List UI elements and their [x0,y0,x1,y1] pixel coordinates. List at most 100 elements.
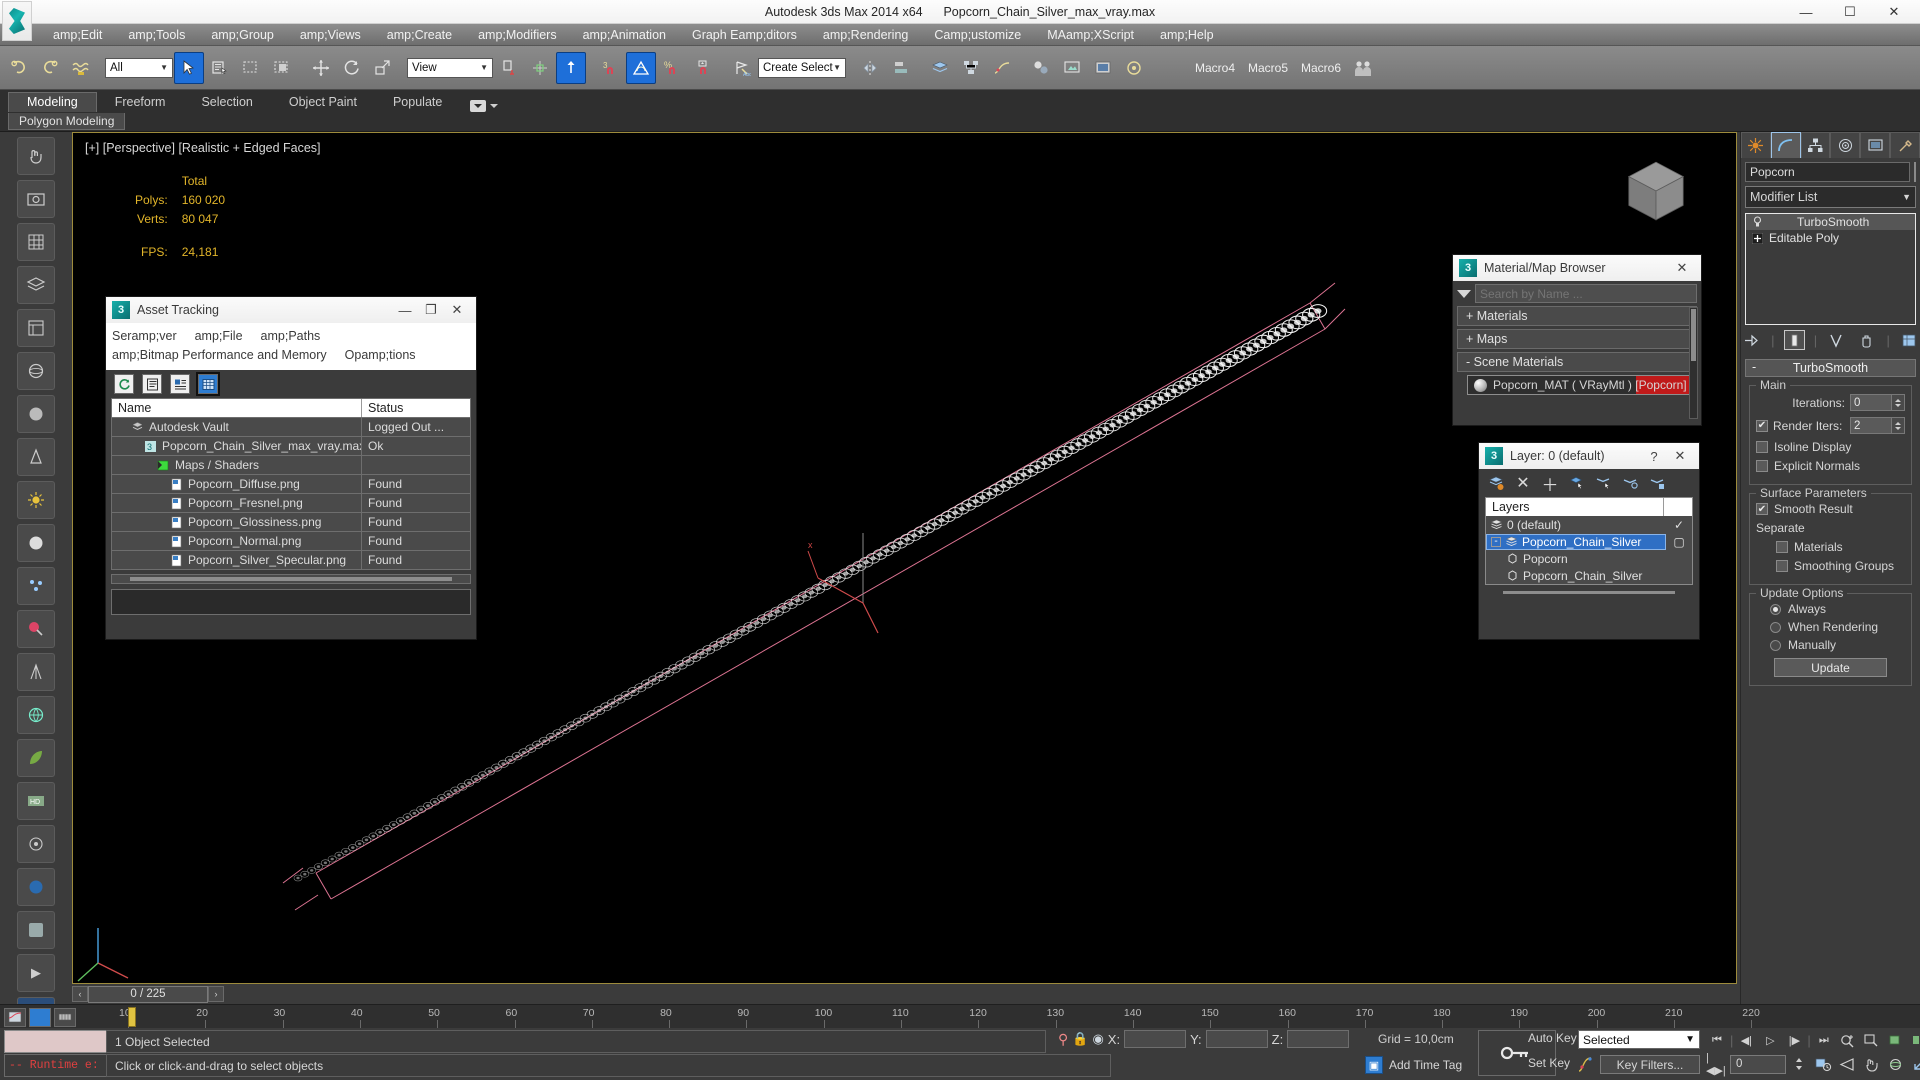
hdri-icon[interactable]: HD [17,782,55,820]
key-filters-button[interactable]: Key Filters... [1600,1055,1700,1074]
app-logo-icon[interactable] [2,1,32,41]
lock-selection-icon[interactable]: 🔒 [1072,1031,1088,1047]
key-mode-combo[interactable]: Selected ▼ [1578,1030,1700,1049]
smooth-result-row[interactable]: ✔ Smooth Result [1756,502,1905,516]
asset-tracking-titlebar[interactable]: 3 Asset Tracking — ❐ ✕ [106,297,476,323]
play-animation-icon[interactable]: ▷ [1759,1030,1781,1050]
lightbulb-icon[interactable] [1752,216,1763,228]
asset-menu-r1-1[interactable]: amp;File [195,329,243,343]
settings-icon[interactable] [17,911,55,949]
schematic-view-icon[interactable] [956,52,986,84]
light-icon[interactable] [17,481,55,519]
pin-stack-icon[interactable] [1741,330,1762,350]
named-selection-set-combo[interactable]: Create Selection Se ▼ [758,57,846,78]
pin-icon[interactable]: ⚲ [1058,1031,1068,1048]
motion-tab[interactable] [1830,132,1861,158]
select-and-rotate-icon[interactable] [337,52,367,84]
material-browser-close-button[interactable]: ✕ [1669,256,1695,280]
macro-button-1[interactable]: Macro4 [1189,61,1241,75]
maximize-viewport-toggle-icon[interactable] [1908,1054,1920,1074]
select-objects-icon[interactable] [1568,474,1586,492]
render-iters-spinner[interactable] [1850,417,1905,434]
field-of-view-icon[interactable] [1836,1054,1858,1074]
layer-list-scrollbar[interactable] [1485,591,1693,599]
refresh-icon[interactable] [114,374,134,394]
render-setup-icon[interactable] [1057,52,1087,84]
material-ball-icon[interactable] [17,524,55,562]
rendered-frame-window-icon[interactable] [1088,52,1118,84]
cone-primitive-icon[interactable] [17,438,55,476]
delete-layer-icon[interactable]: ✕ [1514,474,1532,492]
expand-arrow-icon[interactable]: ▶ [17,954,55,992]
modify-tab[interactable] [1770,132,1801,158]
plus-box-icon[interactable] [1752,232,1763,244]
undo-icon[interactable] [4,52,34,84]
zoom-extents-all-icon[interactable] [1885,1030,1907,1050]
snaps-toggle-icon[interactable]: 3 [595,52,625,84]
asset-maximize-button[interactable]: ❐ [418,298,444,322]
material-browser-titlebar[interactable]: 3 Material/Map Browser ✕ [1453,255,1701,281]
next-frame-icon[interactable]: |▶ [1783,1030,1805,1050]
asset-table-row[interactable]: Autodesk Vault Logged Out ... [112,417,470,436]
update-always-radio[interactable] [1770,603,1781,615]
layer-row-visibility-toggle[interactable]: ✓ [1666,518,1692,532]
reference-coordinate-combo[interactable]: View ▼ [407,57,493,78]
open-mini-curve-editor-icon[interactable] [4,1007,26,1027]
leaf-icon[interactable] [17,739,55,777]
iterations-spinner[interactable] [1850,394,1905,411]
layer-list-row[interactable]: Popcorn [1486,550,1692,567]
filter-dropdown-icon[interactable] [1457,289,1471,298]
render-iters-spin-arrows[interactable] [1892,417,1905,434]
menu-item-8[interactable]: amp;Rendering [810,24,921,46]
update-manually-radio[interactable] [1770,639,1781,651]
separate-smoothing-groups-checkbox[interactable] [1776,560,1788,572]
menu-item-9[interactable]: Camp;ustomize [921,24,1034,46]
layer-dialog[interactable]: 3 Layer: 0 (default) ? ✕ ✕ ＋ Layers 0 (d… [1478,442,1700,640]
pan-view-icon[interactable] [17,137,55,175]
asset-minimize-button[interactable]: — [392,298,418,322]
layers-icon[interactable] [17,266,55,304]
pan-view-icon[interactable] [1860,1054,1882,1074]
layer-row-visibility-toggle[interactable]: ▢ [1666,535,1692,549]
asset-menu-r1-0[interactable]: Seramp;ver [112,329,177,343]
menu-item-5[interactable]: amp;Modifiers [465,24,570,46]
asset-table-row[interactable]: Popcorn_Silver_Specular.png Found [112,550,470,569]
sphere-primitive-icon[interactable] [17,352,55,390]
macro-button-2[interactable]: Macro5 [1242,61,1294,75]
render-ball-icon[interactable] [17,868,55,906]
explicit-normals-row[interactable]: Explicit Normals [1756,459,1905,473]
bind-spacewarp-icon[interactable] [66,52,96,84]
column-header-name[interactable]: Name [112,399,362,417]
modifier-list-dropdown[interactable]: Modifier List ▼ [1745,186,1916,208]
menu-item-7[interactable]: Graph Eamp;ditors [679,24,810,46]
separate-smoothing-groups-row[interactable]: Smoothing Groups [1756,559,1905,573]
current-frame-input[interactable]: 0 [1730,1054,1786,1074]
camera-target-icon[interactable] [17,825,55,863]
list-view-icon[interactable] [142,374,162,394]
menu-item-6[interactable]: amp;Animation [570,24,679,46]
maximize-button[interactable]: ☐ [1828,0,1872,24]
window-crossing-icon[interactable] [267,52,297,84]
select-highlighted-icon[interactable] [1595,474,1613,492]
menu-item-3[interactable]: amp;Views [287,24,374,46]
select-and-manipulate-icon[interactable] [556,51,586,84]
populate-icon[interactable] [1348,52,1378,84]
next-frame-button[interactable]: › [208,986,224,1002]
grid-view-icon[interactable] [196,372,220,396]
grid-icon[interactable] [17,223,55,261]
material-map-browser-dialog[interactable]: 3 Material/Map Browser ✕ + Materials + M… [1452,254,1702,426]
selection-filter-combo[interactable]: All ▼ [105,57,173,78]
render-iters-input[interactable] [1850,417,1892,434]
update-when-rendering-radio[interactable] [1770,621,1781,633]
configure-modifier-sets-icon[interactable] [1899,330,1920,350]
macro-button-3[interactable]: Macro6 [1295,61,1347,75]
render-iters-checkbox[interactable]: ✔ [1756,419,1768,432]
select-and-move-icon[interactable] [306,52,336,84]
select-and-scale-icon[interactable] [368,52,398,84]
layer-help-button[interactable]: ? [1641,444,1667,468]
iterations-spin-arrows[interactable] [1892,394,1905,411]
isoline-display-checkbox[interactable] [1756,441,1768,453]
layer-column-header[interactable]: Layers [1486,498,1664,516]
make-unique-icon[interactable] [1826,330,1847,350]
keyframe-list-icon[interactable] [54,1007,76,1027]
